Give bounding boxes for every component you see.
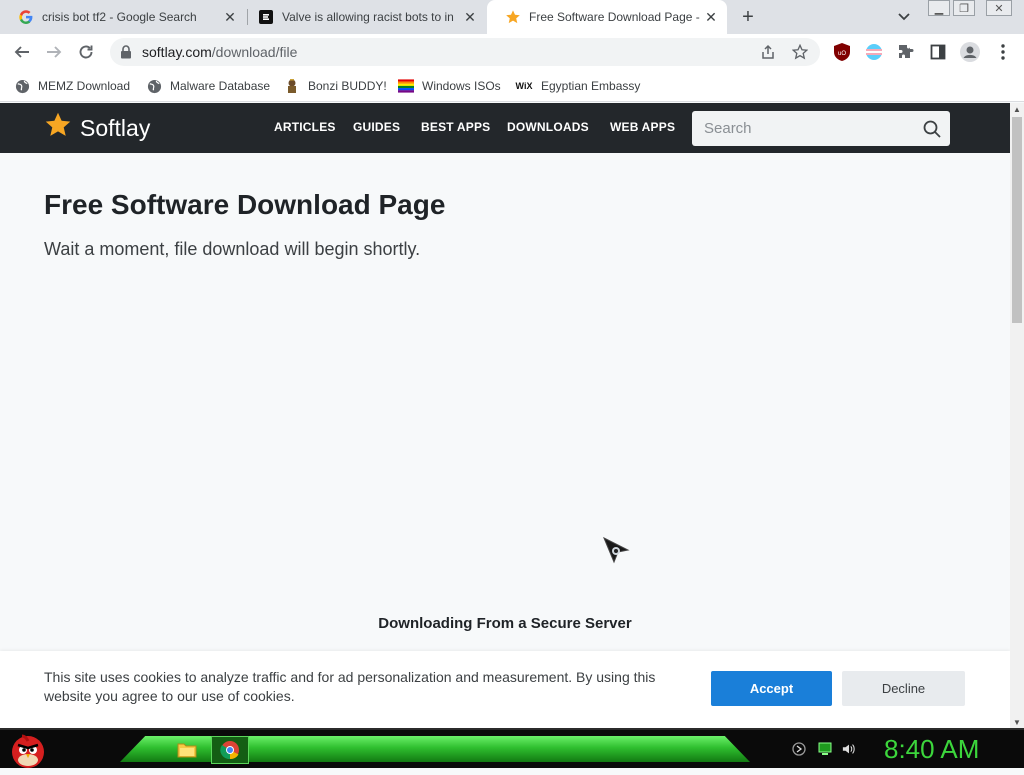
globe-icon xyxy=(146,78,162,94)
search-input[interactable] xyxy=(692,111,912,146)
page-scrollbar[interactable]: ▲ ▼ xyxy=(1010,103,1024,728)
scroll-up-arrow-icon[interactable]: ▲ xyxy=(1010,103,1024,115)
nav-web-apps[interactable]: WEB APPS xyxy=(610,120,675,134)
network-monitor-icon[interactable] xyxy=(818,742,832,756)
bookmark-label: Egyptian Embassy xyxy=(541,79,641,93)
nav-guides[interactable]: GUIDES xyxy=(353,120,400,134)
scrollbar-thumb[interactable] xyxy=(1012,117,1022,323)
minimize-window-button[interactable]: ▁ xyxy=(928,0,950,16)
start-button-angry-bird-icon[interactable] xyxy=(8,730,48,770)
mouse-cursor-icon xyxy=(602,536,632,566)
bookmark-malware-database[interactable]: Malware Database xyxy=(146,77,270,95)
tray-notification-icon[interactable] xyxy=(792,742,806,756)
page-content: Free Software Download Page Wait a momen… xyxy=(0,153,1010,728)
tab-valve-article[interactable]: Valve is allowing racist bots to in ✕ xyxy=(240,0,486,34)
forward-arrow-icon xyxy=(47,46,62,58)
side-panel-icon[interactable] xyxy=(929,43,947,61)
profile-avatar-icon[interactable] xyxy=(960,42,980,62)
page-subtitle: Wait a moment, file download will begin … xyxy=(44,239,421,259)
ublock-origin-icon[interactable]: uO xyxy=(833,43,851,61)
reload-button[interactable] xyxy=(74,40,98,64)
menu-kebab-icon[interactable] xyxy=(994,43,1012,61)
cookie-banner: This site uses cookies to analyze traffi… xyxy=(0,651,1010,728)
bookmark-memz-download[interactable]: MEMZ Download xyxy=(14,77,130,95)
logo-text: Softlay xyxy=(80,114,151,141)
tab-softlay-active[interactable]: Free Software Download Page - S ✕ xyxy=(487,0,727,34)
url-text: softlay.com/download/file xyxy=(142,44,297,60)
engadget-icon xyxy=(258,9,274,25)
logo-star-icon xyxy=(44,111,72,145)
close-tab-icon[interactable]: ✕ xyxy=(462,9,478,25)
page-title: Free Software Download Page xyxy=(44,189,446,220)
search-icon[interactable] xyxy=(922,119,942,139)
tab-title: Free Software Download Page - S xyxy=(529,10,703,24)
svg-text:uO: uO xyxy=(838,51,846,57)
site-header: Softlay ARTICLES GUIDES BEST APPS DOWNLO… xyxy=(0,103,1010,153)
reload-icon xyxy=(79,45,93,59)
bookmarks-bar: MEMZ Download Malware Database Bonzi BUD… xyxy=(0,70,1024,102)
bookmark-bonzi-buddy[interactable]: Bonzi BUDDY! xyxy=(284,77,387,95)
scroll-down-arrow-icon[interactable]: ▼ xyxy=(1010,716,1024,728)
bookmark-star-icon[interactable] xyxy=(791,43,809,65)
browser-toolbar: softlay.com/download/file uO xyxy=(0,34,1024,70)
url-host: softlay.com xyxy=(142,44,212,60)
address-bar[interactable]: softlay.com/download/file xyxy=(110,38,820,66)
cookie-text: This site uses cookies to analyze traffi… xyxy=(44,669,656,704)
bookmark-label: Malware Database xyxy=(170,79,271,93)
bookmark-label: Windows ISOs xyxy=(422,79,501,93)
bookmark-label: Bonzi BUDDY! xyxy=(308,79,387,93)
tab-google-search[interactable]: crisis bot tf2 - Google Search ✕ xyxy=(0,0,246,34)
tab-search-chevron-icon[interactable] xyxy=(895,9,913,25)
nav-best-apps[interactable]: BEST APPS xyxy=(421,120,490,134)
tab-strip: crisis bot tf2 - Google Search ✕ Valve i… xyxy=(0,0,1024,34)
close-tab-icon[interactable]: ✕ xyxy=(222,9,238,25)
rainbow-flag-icon xyxy=(398,78,414,94)
softlay-logo[interactable]: Softlay xyxy=(44,111,151,145)
back-button[interactable] xyxy=(10,40,34,64)
taskbar-clock[interactable]: 8:40 AM xyxy=(884,734,979,765)
star-icon xyxy=(505,9,521,25)
secure-server-heading: Downloading From a Secure Server xyxy=(378,615,632,632)
site-search[interactable] xyxy=(692,111,950,146)
close-tab-icon[interactable]: ✕ xyxy=(703,9,719,25)
new-tab-button[interactable]: + xyxy=(737,6,759,28)
google-icon xyxy=(18,9,34,25)
tab-title: crisis bot tf2 - Google Search xyxy=(42,10,197,24)
bookmark-label: MEMZ Download xyxy=(38,79,131,93)
forward-button[interactable] xyxy=(42,40,66,64)
nav-articles[interactable]: ARTICLES xyxy=(274,120,336,134)
url-path: /download/file xyxy=(211,44,298,60)
chrome-taskbar-icon[interactable] xyxy=(211,736,249,764)
taskbar: 8:40 AM xyxy=(0,728,1024,768)
maximize-window-button[interactable]: ❐ xyxy=(953,0,975,16)
bookmark-egyptian-embassy[interactable]: WiX Egyptian Embassy xyxy=(515,77,641,95)
nav-downloads[interactable]: DOWNLOADS xyxy=(507,120,589,134)
bonzi-icon xyxy=(284,78,300,94)
tab-title: Valve is allowing racist bots to in xyxy=(282,10,454,24)
accept-cookies-button[interactable]: Accept xyxy=(711,671,832,706)
trans-flag-extension-icon[interactable] xyxy=(865,43,883,61)
back-arrow-icon xyxy=(14,46,29,58)
share-icon[interactable] xyxy=(760,44,776,65)
extensions-puzzle-icon[interactable] xyxy=(897,43,915,61)
file-explorer-folder-icon[interactable] xyxy=(168,736,206,764)
bookmark-windows-isos[interactable]: Windows ISOs xyxy=(398,77,501,95)
globe-icon xyxy=(14,78,30,94)
volume-speaker-icon[interactable] xyxy=(842,742,856,756)
wix-icon: WiX xyxy=(515,81,533,91)
decline-cookies-button[interactable]: Decline xyxy=(842,671,965,706)
close-window-button[interactable]: ✕ xyxy=(986,0,1012,16)
lock-icon[interactable] xyxy=(120,45,132,64)
